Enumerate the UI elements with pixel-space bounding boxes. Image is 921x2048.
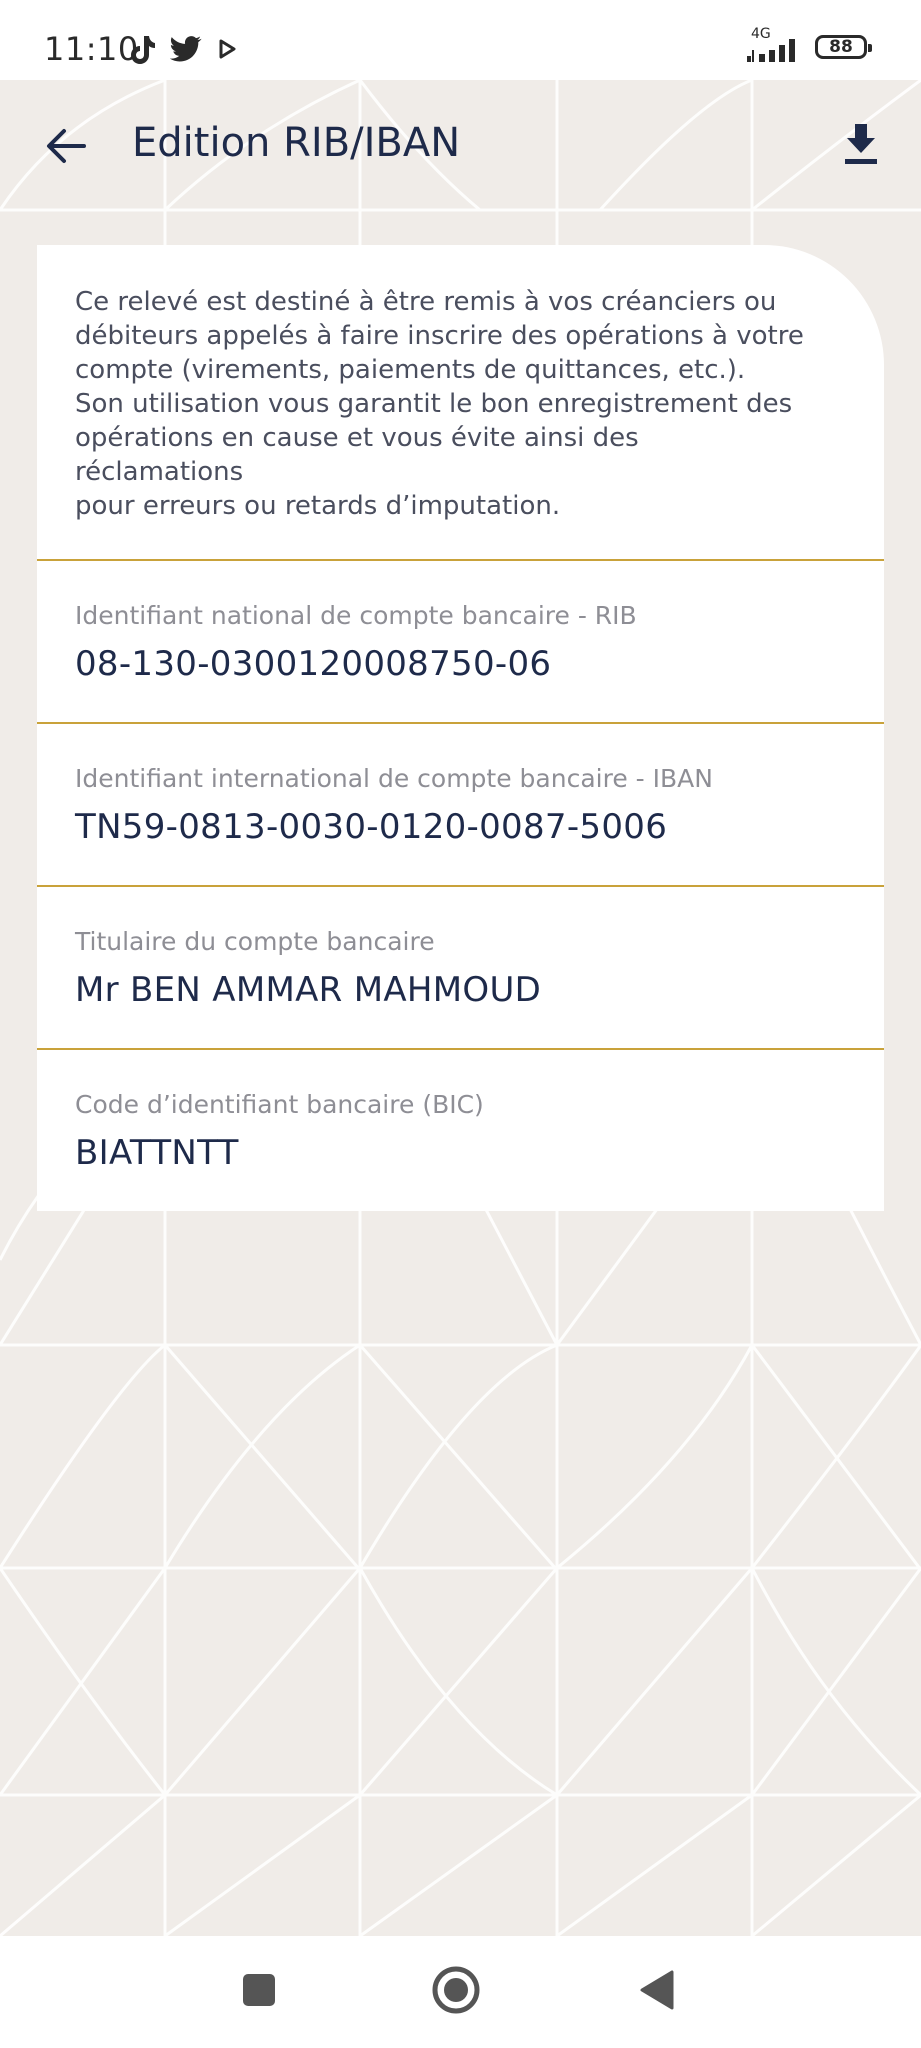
- page-title: Edition RIB/IBAN: [132, 120, 461, 166]
- status-time: 11:10: [44, 30, 139, 68]
- field-label: Code d’identifiant bancaire (BIC): [75, 1090, 484, 1119]
- field-iban: Identifiant international de compte banc…: [37, 722, 884, 885]
- status-system-icons: 4G 88: [745, 26, 872, 64]
- battery-level: 88: [829, 37, 853, 57]
- field-rib: Identifiant national de compte bancaire …: [37, 559, 884, 722]
- intro-text: Ce relevé est destiné à être remis à vos…: [75, 287, 804, 521]
- back-nav-button[interactable]: [624, 1960, 688, 2024]
- field-bic: Code d’identifiant bancaire (BIC) BIATTN…: [37, 1048, 884, 1211]
- back-button[interactable]: [36, 118, 96, 178]
- rib-card: Ce relevé est destiné à être remis à vos…: [37, 245, 884, 1211]
- home-button[interactable]: [424, 1960, 488, 2024]
- field-value[interactable]: Mr BEN AMMAR MAHMOUD: [75, 970, 846, 1010]
- status-bar: 11:10 4G 88: [0, 0, 921, 80]
- recents-button[interactable]: [227, 1960, 291, 2024]
- download-button[interactable]: [831, 116, 891, 176]
- field-label: Titulaire du compte bancaire: [75, 927, 435, 956]
- system-nav-bar: [0, 1936, 921, 2048]
- download-icon: [842, 122, 880, 170]
- tiktok-icon: [128, 34, 156, 68]
- signal-icon: 4G: [745, 26, 801, 64]
- arrow-left-icon: [44, 126, 88, 170]
- recents-square-icon: [241, 1972, 277, 2012]
- status-notification-icons: [128, 34, 238, 68]
- twitter-icon: [169, 35, 202, 67]
- field-value[interactable]: TN59-0813-0030-0120-0087-5006: [75, 807, 846, 847]
- field-value[interactable]: BIATTNTT: [75, 1133, 846, 1173]
- field-label: Identifiant national de compte bancaire …: [75, 601, 637, 630]
- field-label: Identifiant international de compte banc…: [75, 764, 713, 793]
- app-header: Edition RIB/IBAN: [0, 80, 921, 210]
- home-circle-icon: [431, 1965, 481, 2019]
- play-icon: [216, 38, 238, 64]
- battery-icon: 88: [815, 35, 872, 59]
- field-holder: Titulaire du compte bancaire Mr BEN AMMA…: [37, 885, 884, 1048]
- field-value[interactable]: 08-130-0300120008750-06: [75, 644, 846, 684]
- back-triangle-icon: [636, 1968, 676, 2016]
